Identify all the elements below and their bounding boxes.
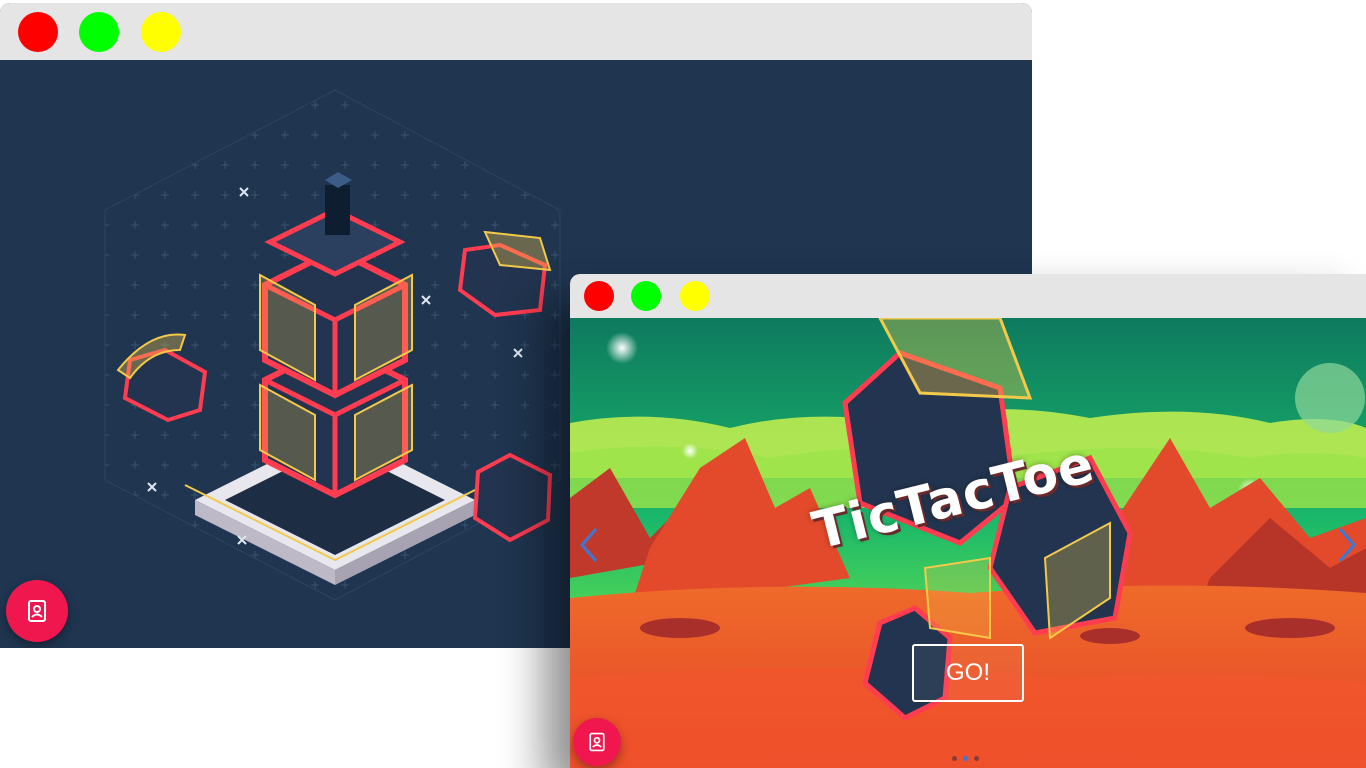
front-window: TicTacToe GO! bbox=[570, 274, 1366, 768]
profile-fab[interactable] bbox=[573, 718, 621, 766]
minimize-button[interactable] bbox=[631, 281, 661, 311]
close-button[interactable] bbox=[584, 281, 614, 311]
maximize-button[interactable] bbox=[141, 12, 181, 52]
go-button[interactable]: GO! bbox=[912, 644, 1024, 702]
profile-card-icon bbox=[28, 600, 46, 622]
chevron-right-icon[interactable] bbox=[1332, 523, 1362, 567]
back-window-titlebar bbox=[0, 3, 1032, 60]
close-button[interactable] bbox=[18, 12, 58, 52]
profile-fab[interactable] bbox=[6, 580, 68, 642]
maximize-button[interactable] bbox=[680, 281, 710, 311]
chevron-left-icon[interactable] bbox=[574, 523, 604, 567]
carousel-dot[interactable] bbox=[974, 756, 979, 761]
game-hero-viewport: TicTacToe GO! bbox=[570, 318, 1366, 768]
carousel-dot[interactable] bbox=[952, 756, 957, 761]
profile-card-icon bbox=[589, 732, 605, 752]
minimize-button[interactable] bbox=[79, 12, 119, 52]
carousel-dot-active[interactable] bbox=[963, 756, 968, 761]
front-window-titlebar bbox=[570, 274, 1366, 318]
carousel-pager bbox=[952, 756, 979, 761]
